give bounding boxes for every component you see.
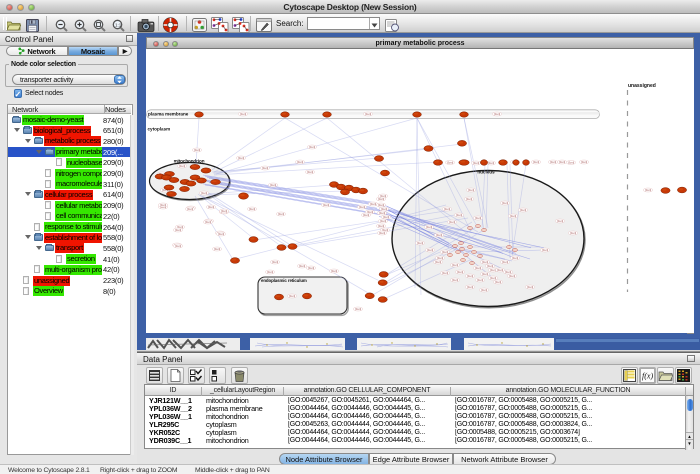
svg-text:(Sc-rd): (Sc-rd)	[447, 161, 453, 164]
svg-text:(Sc-rd): (Sc-rd)	[363, 214, 369, 217]
svg-text:(Sc-rd): (Sc-rd)	[426, 226, 432, 229]
svg-text:(Sc-rd): (Sc-rd)	[379, 212, 385, 215]
svg-text:(Sc-rd): (Sc-rd)	[205, 221, 211, 224]
svg-text:(Sc-rd): (Sc-rd)	[249, 208, 255, 211]
svg-text:(Sc-rd): (Sc-rd)	[442, 272, 448, 275]
svg-text:(Sc-rd): (Sc-rd)	[218, 233, 224, 236]
svg-text:(Sc-rd): (Sc-rd)	[542, 249, 548, 252]
svg-text:(Sc-rd): (Sc-rd)	[482, 273, 488, 276]
svg-text:(Sc-rd): (Sc-rd)	[456, 214, 462, 217]
svg-text:(Sc-rd): (Sc-rd)	[502, 261, 508, 264]
svg-text:(Sc-rd): (Sc-rd)	[490, 277, 496, 280]
svg-text:(Sc-rd): (Sc-rd)	[559, 161, 565, 164]
svg-text:(Sc-rd): (Sc-rd)	[452, 279, 458, 282]
svg-text:1:1: 1:1	[115, 23, 122, 28]
svg-text:(Sc-rd): (Sc-rd)	[378, 204, 384, 207]
svg-text:(Sc-rd): (Sc-rd)	[488, 162, 494, 165]
svg-text:(Sc-rd): (Sc-rd)	[208, 206, 214, 209]
svg-text:(Sc-rd): (Sc-rd)	[512, 257, 518, 260]
svg-text:(Sc-rd): (Sc-rd)	[475, 267, 481, 270]
svg-text:(Sc-rd): (Sc-rd)	[487, 265, 493, 268]
svg-text:(Sc-rd): (Sc-rd)	[380, 220, 386, 223]
svg-text:(Sc-rd): (Sc-rd)	[510, 215, 516, 218]
svg-text:(Sc-rd): (Sc-rd)	[365, 113, 371, 116]
svg-text:(Sc-rd): (Sc-rd)	[299, 265, 305, 268]
svg-text:(Sc-rd): (Sc-rd)	[477, 279, 483, 282]
svg-text:(Sc-rd): (Sc-rd)	[436, 234, 442, 237]
svg-text:(Sc-rd): (Sc-rd)	[417, 242, 423, 245]
svg-text:(Sc-rd): (Sc-rd)	[505, 271, 511, 274]
svg-text:(Sc-rd): (Sc-rd)	[466, 198, 472, 201]
svg-text:(Sc-rd): (Sc-rd)	[272, 261, 278, 264]
svg-text:(Sc-rd): (Sc-rd)	[309, 146, 315, 149]
svg-text:(Sc-rd): (Sc-rd)	[427, 249, 433, 252]
svg-text:(Sc-rd): (Sc-rd)	[323, 204, 329, 207]
svg-text:unassigned: unassigned	[628, 83, 656, 89]
svg-text:(Sc-rd): (Sc-rd)	[442, 251, 448, 254]
svg-text:endoplasmic reticulum: endoplasmic reticulum	[261, 278, 307, 283]
svg-text:(Sc-rd): (Sc-rd)	[355, 308, 361, 311]
svg-text:(Sc-rd): (Sc-rd)	[520, 209, 526, 212]
svg-text:(Sc-rd): (Sc-rd)	[270, 184, 276, 187]
svg-text:(Sc-rd): (Sc-rd)	[297, 161, 303, 164]
svg-text:(Sc-rd): (Sc-rd)	[482, 261, 488, 264]
svg-text:(Sc-rd): (Sc-rd)	[497, 269, 503, 272]
svg-text:(Sc-rd): (Sc-rd)	[238, 157, 244, 160]
svg-text:(Sc-rd): (Sc-rd)	[570, 232, 576, 235]
svg-text:(Sc-rd): (Sc-rd)	[494, 113, 500, 116]
svg-text:(Sc-rd): (Sc-rd)	[533, 161, 539, 164]
svg-text:(Sc-rd): (Sc-rd)	[187, 208, 193, 211]
svg-text:(Sc-rd): (Sc-rd)	[475, 217, 481, 220]
svg-text:(Sc-rd): (Sc-rd)	[370, 203, 376, 206]
svg-text:(Sc-rd): (Sc-rd)	[495, 281, 501, 284]
svg-text:(Sc-rd): (Sc-rd)	[267, 271, 273, 274]
svg-text:(Sc-rd): (Sc-rd)	[645, 189, 651, 192]
svg-text:plasma membrane: plasma membrane	[148, 112, 189, 117]
svg-text:(Sc-rd): (Sc-rd)	[378, 198, 384, 201]
svg-text:(Sc-rd): (Sc-rd)	[221, 210, 227, 213]
svg-text:(Sc-rd): (Sc-rd)	[437, 257, 443, 260]
svg-text:(Sc-rd): (Sc-rd)	[527, 286, 533, 289]
svg-text:(Sc-rd): (Sc-rd)	[160, 204, 166, 207]
svg-text:(Sc-rd): (Sc-rd)	[380, 195, 386, 198]
svg-text:(Sc-rd): (Sc-rd)	[381, 208, 387, 211]
svg-text:(Sc-rd): (Sc-rd)	[467, 275, 473, 278]
svg-text:(Sc-rd): (Sc-rd)	[201, 192, 207, 195]
svg-text:(Sc-rd): (Sc-rd)	[509, 275, 515, 278]
svg-text:(Sc-rd): (Sc-rd)	[307, 171, 313, 174]
svg-text:(Sc-rd): (Sc-rd)	[581, 161, 587, 164]
svg-text:(Sc-rd): (Sc-rd)	[449, 221, 455, 224]
svg-text:(Sc-rd): (Sc-rd)	[214, 248, 220, 251]
svg-text:(Sc-rd): (Sc-rd)	[452, 264, 458, 267]
svg-text:(Sc-rd): (Sc-rd)	[278, 213, 284, 216]
svg-text:(Sc-rd): (Sc-rd)	[308, 267, 314, 270]
svg-text:(Sc-rd): (Sc-rd)	[240, 113, 246, 116]
svg-text:(Sc-rd): (Sc-rd)	[379, 232, 385, 235]
svg-text:(Sc-rd): (Sc-rd)	[378, 225, 384, 228]
svg-text:(Sc-rd): (Sc-rd)	[557, 220, 563, 223]
svg-text:(Sc-rd): (Sc-rd)	[289, 295, 295, 298]
svg-text:(Sc-rd): (Sc-rd)	[383, 216, 389, 219]
svg-text:(Sc-rd): (Sc-rd)	[175, 229, 181, 232]
svg-text:(Sc-rd): (Sc-rd)	[568, 161, 574, 164]
svg-text:(Sc-rd): (Sc-rd)	[179, 165, 185, 168]
svg-text:cytoplasm: cytoplasm	[148, 127, 171, 132]
svg-text:(Sc-rd): (Sc-rd)	[262, 167, 268, 170]
svg-text:nucleus: nucleus	[477, 170, 495, 175]
svg-text:(Sc-rd): (Sc-rd)	[502, 202, 508, 205]
svg-text:(Sc-rd): (Sc-rd)	[457, 271, 463, 274]
svg-text:(Sc-rd): (Sc-rd)	[468, 189, 474, 192]
svg-text:(Sc-rd): (Sc-rd)	[435, 261, 441, 264]
svg-text:(Sc-rd): (Sc-rd)	[473, 162, 479, 165]
svg-text:f(x): f(x)	[642, 372, 653, 381]
svg-text:(Sc-rd): (Sc-rd)	[467, 286, 473, 289]
svg-text:(Sc-rd): (Sc-rd)	[194, 149, 200, 152]
svg-text:(Sc-rd): (Sc-rd)	[175, 245, 181, 248]
svg-text:(Sc-rd): (Sc-rd)	[550, 161, 556, 164]
svg-text:(Sc-rd): (Sc-rd)	[359, 206, 365, 209]
svg-text:(Sc-rd): (Sc-rd)	[331, 270, 337, 273]
svg-text:(Sc-rd): (Sc-rd)	[481, 289, 487, 292]
svg-text:(Sc-rd): (Sc-rd)	[444, 208, 450, 211]
svg-text:mitochondrion: mitochondrion	[174, 159, 205, 164]
